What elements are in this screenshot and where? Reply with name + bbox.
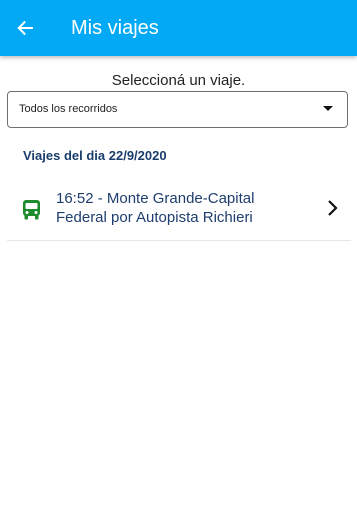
app-bar: Mis viajes xyxy=(0,0,357,56)
caret-down-icon xyxy=(323,106,333,111)
back-button[interactable] xyxy=(9,12,41,44)
select-trip-prompt: Seleccioná un viaje. xyxy=(111,72,246,89)
route-filter-select[interactable]: Todos los recorridos xyxy=(7,91,348,128)
page-title: Mis viajes xyxy=(71,17,159,39)
trip-label: 16:52 - Monte Grande-Capital Federal por… xyxy=(56,190,255,226)
trip-list-item[interactable]: 16:52 - Monte Grande-Capital Federal por… xyxy=(7,180,351,241)
trips-day-header: Viajes del dia 22/9/2020 xyxy=(23,148,167,163)
route-filter-value: Todos los recorridos xyxy=(19,103,118,115)
bus-icon xyxy=(23,200,40,220)
chevron-right-icon xyxy=(328,200,338,216)
arrow-left-icon xyxy=(17,20,33,36)
